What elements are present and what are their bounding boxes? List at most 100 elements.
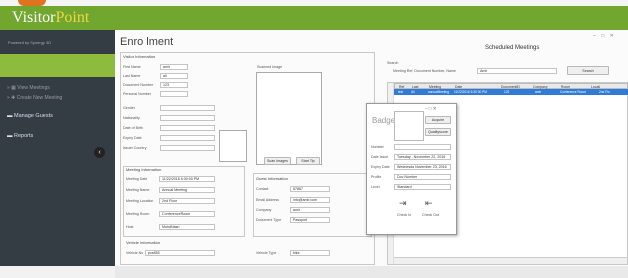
profile-select[interactable]: Doc Number <box>394 174 451 180</box>
table-row[interactable]: test Ali annualMeeting 11/22/2016 6:30:0… <box>394 89 628 95</box>
last-name-field[interactable]: ali <box>160 73 188 79</box>
qualityscore-button[interactable]: Qualityscore <box>425 128 451 136</box>
company-label: Company <box>256 208 272 212</box>
level-select[interactable]: Standard <box>394 184 451 190</box>
table-cell: amir <box>535 90 542 94</box>
expiry-field[interactable] <box>160 135 215 141</box>
company-field[interactable]: amir <box>290 207 330 213</box>
profile-label: Profile <box>371 175 382 179</box>
horizontal-scrollbar[interactable] <box>394 257 627 264</box>
badge-photo-box <box>394 111 424 141</box>
dob-label: Date of Birth <box>123 126 143 130</box>
visitor-section-label: Visitor Information <box>123 54 156 59</box>
sidebar-item-reports[interactable]: ▬ Reports <box>7 133 33 139</box>
table-cell: 123 <box>504 90 510 94</box>
brand-title: VisitorPoint <box>12 9 89 27</box>
search-label: Search <box>387 61 399 65</box>
meeting-room-field[interactable]: ConferenceRoom <box>159 211 215 217</box>
vehicle-no-field[interactable]: pcs855 <box>145 250 215 256</box>
plus-icon: ✚ <box>11 95 16 101</box>
collapse-sidebar-button[interactable]: ‹ <box>94 147 105 158</box>
check-in-icon[interactable]: ⇥ <box>399 198 407 209</box>
meeting-name-field[interactable]: Annual Meeting <box>159 187 215 193</box>
gender-label: Gender <box>123 106 135 110</box>
issuer-field[interactable] <box>160 145 215 151</box>
sidebar-active-block <box>0 54 115 77</box>
meeting-date-label: Meeting Date <box>126 177 148 181</box>
guests-icon: ▬ <box>7 113 13 119</box>
personal-number-label: Personal Number <box>123 92 151 96</box>
vehicle-no-label: Vehicle No <box>126 251 144 255</box>
sidebar-item-label: Reports <box>14 133 34 139</box>
chevron-right-icon: » <box>7 85 10 91</box>
scheduled-meetings-title: Scheduled Meetings <box>485 45 540 51</box>
table-cell: Ali <box>411 90 415 94</box>
check-in-label: Check In <box>397 213 412 217</box>
meeting-room-label: Meeting Room <box>126 212 150 216</box>
table-cell: 2nd Flo <box>599 90 610 94</box>
brand-part-1: Visitor <box>12 9 56 26</box>
check-out-icon[interactable]: ⇤ <box>425 198 433 209</box>
last-name-label: Last Name <box>123 74 141 78</box>
table-cell: 11/22/2016 6:30:00 PM <box>454 90 487 94</box>
gender-field[interactable] <box>160 105 215 111</box>
dialog-window-controls[interactable]: – □ ✕ <box>425 106 437 112</box>
document-type-label: Document Type <box>256 218 282 222</box>
date-issue-label: Date Issue <box>371 155 389 159</box>
scan-images-button[interactable]: Scan Images <box>264 157 291 165</box>
table-cell: annualMeeting <box>428 90 449 94</box>
level-label: Level <box>371 185 380 189</box>
meeting-location-field[interactable]: 2nd Floor <box>159 198 215 204</box>
expiry-label: Expiry Date <box>123 136 142 140</box>
meeting-date-field[interactable]: 11/22/2016 6:30:00 PM <box>159 176 215 182</box>
acquire-button[interactable]: Acquire <box>425 116 451 124</box>
sidebar-item-manage-guests[interactable]: ▬ Manage Guests <box>7 113 53 119</box>
search-filter-label: Meeting Ref, Document Number, Name <box>393 69 456 73</box>
meeting-info-label: Meeting Information <box>126 167 162 172</box>
meeting-name-label: Meeting Name <box>126 188 150 192</box>
email-field[interactable]: info@amir.com <box>290 197 330 203</box>
number-field[interactable] <box>394 144 451 150</box>
contact-field[interactable]: 87867 <box>290 186 330 192</box>
start-tip-button[interactable]: Start Tip <box>296 157 320 165</box>
sidebar: Powered by Synergy 3D » ▦ View Meetings … <box>0 30 115 266</box>
powered-by: Powered by Synergy 3D <box>8 40 52 45</box>
scanned-image-area <box>256 72 322 165</box>
host-label: Host <box>126 225 134 229</box>
date-issue-picker[interactable]: Tuesday , November 22, 2016 <box>394 154 451 160</box>
table-cell: Conference Room <box>560 90 586 94</box>
guest-info-label: Guest Information <box>256 176 288 181</box>
host-field[interactable]: MohdNasri <box>159 224 215 230</box>
page-title: Enro lment <box>120 36 174 48</box>
vehicle-type-label: Vehicle Type <box>256 251 277 255</box>
app-header <box>0 6 628 30</box>
sidebar-item-view-meetings[interactable]: » ▦ View Meetings <box>7 85 50 91</box>
window-controls[interactable]: – □ ✕ <box>593 33 616 39</box>
nationality-label: Nationality <box>123 116 140 120</box>
email-label: Email Address <box>256 198 279 202</box>
sidebar-item-create-meeting[interactable]: » ✚ Create New Meeting <box>7 95 62 101</box>
number-label: Number <box>371 145 384 149</box>
photo-box <box>219 130 247 162</box>
doc-number-field[interactable]: 123 <box>160 82 188 88</box>
vehicle-info-label: Vehicle Information <box>126 240 161 245</box>
meeting-location-label: Meeting Location <box>126 199 154 203</box>
contact-label: Contact <box>256 187 269 191</box>
search-button[interactable]: Search <box>567 66 609 75</box>
grid-icon: ▦ <box>11 85 16 91</box>
check-out-label: Check Out <box>422 213 439 217</box>
bottom-bar <box>115 266 628 278</box>
personal-number-field[interactable] <box>160 91 188 97</box>
chevron-left-icon: ‹ <box>98 149 101 156</box>
expiry-date-picker[interactable]: Wednesda November 23, 2016 <box>394 164 451 170</box>
document-type-field[interactable]: Passport <box>290 217 330 223</box>
vehicle-type-field[interactable]: bike <box>290 250 330 256</box>
badger-dialog: – □ ✕ Badger Acquire Qualityscore Number… <box>366 103 457 235</box>
first-name-field[interactable]: amir <box>160 64 188 70</box>
nationality-field[interactable] <box>160 115 215 121</box>
chevron-right-icon: » <box>7 95 10 101</box>
reports-icon: ▬ <box>7 133 13 139</box>
dob-field[interactable] <box>160 125 215 131</box>
brand-part-2: Point <box>55 9 90 26</box>
search-input[interactable]: Amir <box>477 68 557 74</box>
